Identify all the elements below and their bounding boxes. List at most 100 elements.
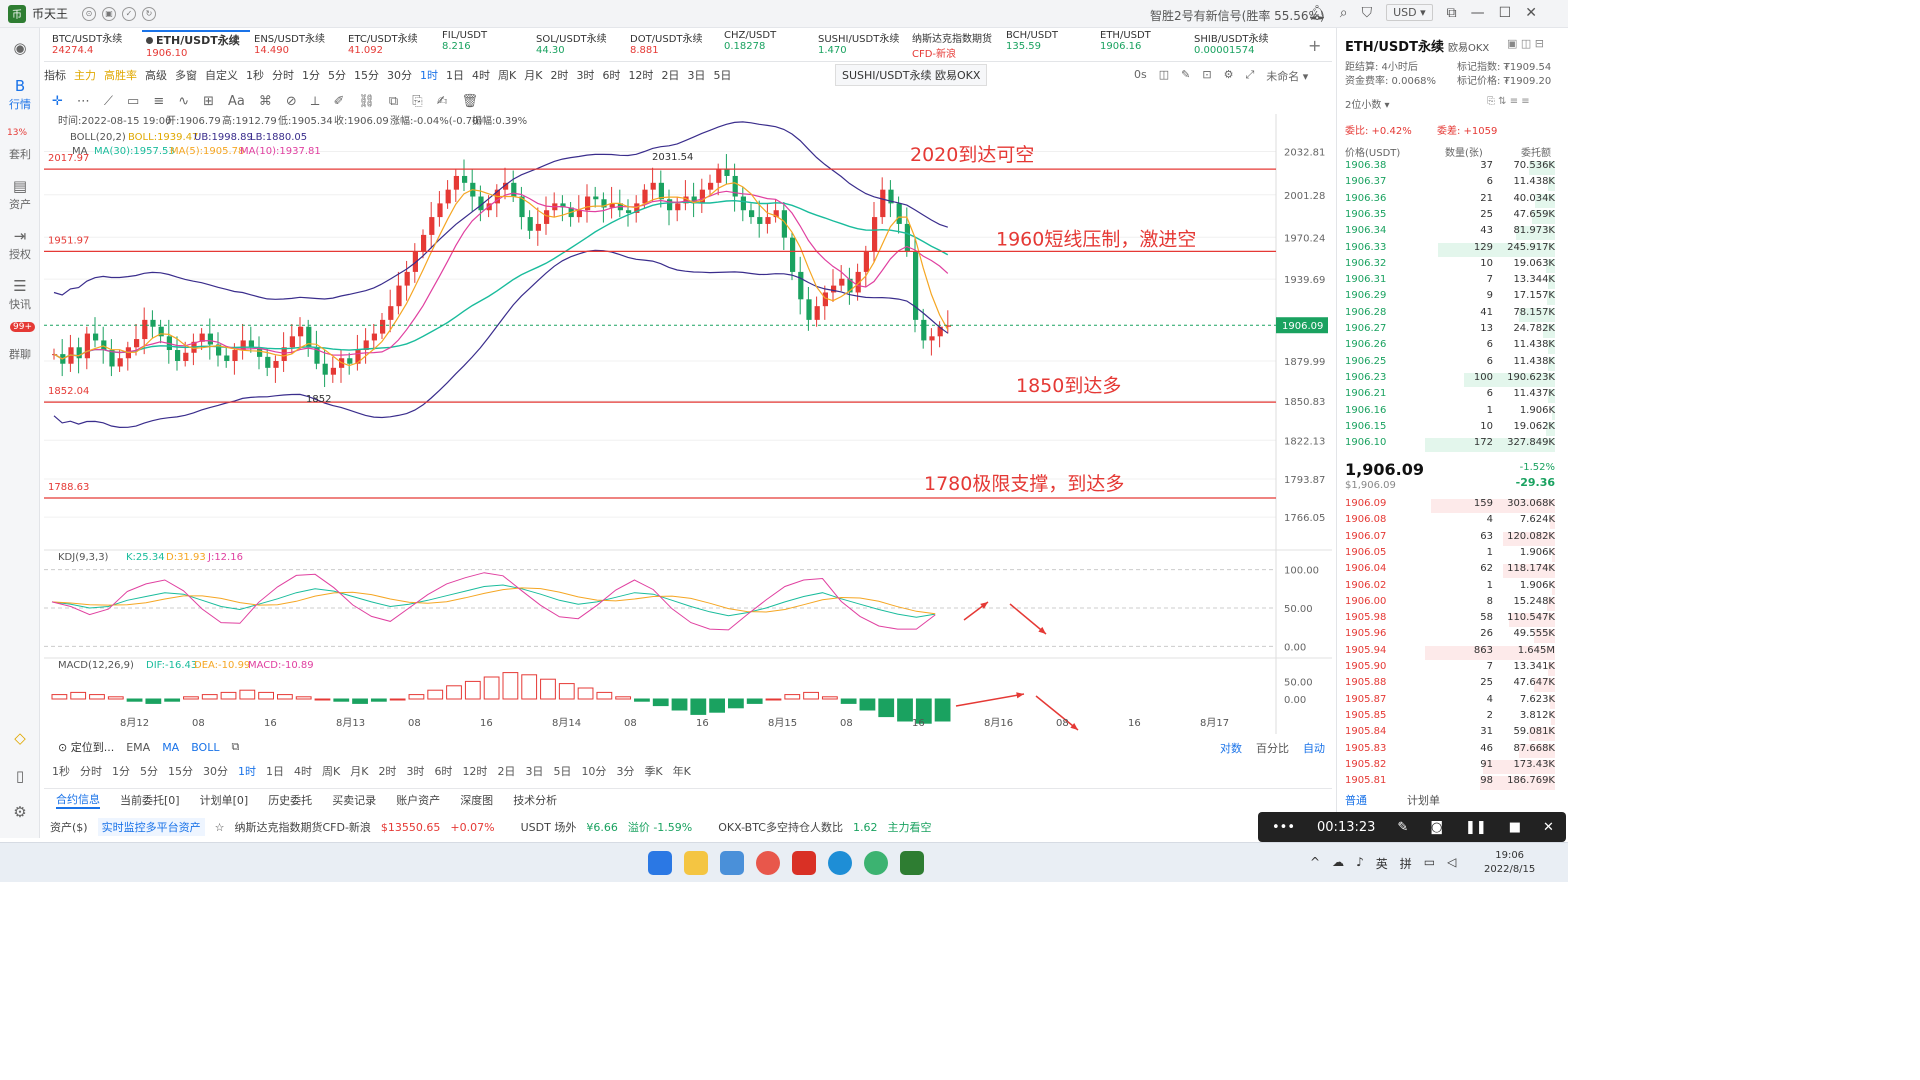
more-icon[interactable]: ••• bbox=[1272, 820, 1295, 835]
paste-icon[interactable]: ⎘ bbox=[412, 94, 422, 109]
indicator-boll[interactable]: BOLL bbox=[191, 741, 219, 754]
ask-row[interactable]: 1905.88 25 47.647K bbox=[1337, 677, 1561, 693]
tray-up-icon[interactable]: ^ bbox=[1310, 855, 1320, 872]
toolbar-item-13[interactable]: 1日 bbox=[446, 67, 464, 83]
gear-icon[interactable]: ⚙ bbox=[1224, 68, 1234, 84]
pen-icon[interactable]: ✎ bbox=[1181, 68, 1190, 84]
layout-name[interactable]: 未命名 ▾ bbox=[1266, 68, 1308, 84]
signal-notice[interactable]: 智胜2号有新信号(胜率 55.56%) bbox=[1150, 7, 1325, 24]
ask-row[interactable]: 1905.98 58 110.547K bbox=[1337, 612, 1561, 628]
refresh-icon[interactable]: ↻ bbox=[142, 6, 157, 21]
ask-row[interactable]: 1906.02 1 1.906K bbox=[1337, 580, 1561, 596]
hline-tool-icon[interactable]: ≡ bbox=[153, 94, 164, 109]
tab-12[interactable]: SHIB/USDT永续 0.00001574 bbox=[1190, 30, 1282, 60]
bid-row[interactable]: 1906.32 10 19.063K bbox=[1337, 258, 1561, 274]
toolbar-item-16[interactable]: 月K bbox=[524, 67, 542, 83]
nav-auth[interactable]: ⇥ 授权 bbox=[0, 228, 40, 262]
bid-row[interactable]: 1906.28 41 78.157K bbox=[1337, 307, 1561, 323]
gift-icon[interactable]: ⛉ bbox=[1362, 5, 1373, 21]
bid-row[interactable]: 1906.29 9 17.157K bbox=[1337, 290, 1561, 306]
toolbar-item-19[interactable]: 6时 bbox=[602, 67, 620, 83]
toolbar-item-12[interactable]: 1时 bbox=[420, 67, 438, 83]
interval-1[interactable]: 分时 bbox=[80, 763, 102, 779]
interval-16[interactable]: 3日 bbox=[525, 763, 543, 779]
toolbar-item-21[interactable]: 2日 bbox=[661, 67, 679, 83]
interval-0[interactable]: 1秒 bbox=[52, 763, 70, 779]
info-tab-2[interactable]: 计划单[0] bbox=[200, 792, 249, 808]
toolbar-item-22[interactable]: 3日 bbox=[687, 67, 705, 83]
bid-row[interactable]: 1906.34 43 81.973K bbox=[1337, 225, 1561, 241]
interval-4[interactable]: 15分 bbox=[168, 763, 193, 779]
ask-row[interactable]: 1905.82 91 173.43K bbox=[1337, 759, 1561, 775]
interval-21[interactable]: 年K bbox=[673, 763, 691, 779]
volume-icon[interactable]: ◁ bbox=[1447, 855, 1456, 872]
ask-row[interactable]: 1905.81 98 186.769K bbox=[1337, 775, 1561, 791]
interval-14[interactable]: 12时 bbox=[462, 763, 487, 779]
toolbar-item-17[interactable]: 2时 bbox=[550, 67, 568, 83]
interval-7[interactable]: 1日 bbox=[266, 763, 284, 779]
trash-icon[interactable]: 🗑︎ bbox=[462, 94, 479, 109]
ask-row[interactable]: 1905.94 863 1.645M bbox=[1337, 645, 1561, 661]
interval-2[interactable]: 1分 bbox=[112, 763, 130, 779]
log-scale-button[interactable]: 对数 bbox=[1220, 740, 1242, 756]
clock[interactable]: 19:06 2022/8/15 bbox=[1484, 849, 1535, 877]
tab-8[interactable]: SUSHI/USDT永续 1.470 bbox=[814, 30, 906, 60]
interval-20[interactable]: 季K bbox=[644, 763, 662, 779]
start-icon[interactable] bbox=[648, 851, 672, 875]
star-icon[interactable]: ☆ bbox=[215, 821, 225, 834]
ask-row[interactable]: 1906.08 4 7.624K bbox=[1337, 514, 1561, 530]
maximize-icon[interactable]: ☐ bbox=[1499, 5, 1512, 21]
ask-row[interactable]: 1905.84 31 59.081K bbox=[1337, 726, 1561, 742]
diamond-icon[interactable]: ◇ bbox=[0, 730, 40, 748]
recorder-close-icon[interactable]: ✕ bbox=[1543, 820, 1554, 835]
bid-row[interactable]: 1906.31 7 13.344K bbox=[1337, 274, 1561, 290]
toolbar-item-7[interactable]: 分时 bbox=[272, 67, 294, 83]
toolbar-item-9[interactable]: 5分 bbox=[328, 67, 346, 83]
edge-icon[interactable] bbox=[828, 851, 852, 875]
layout-icon[interactable]: ⊡ bbox=[1202, 68, 1211, 84]
price-chart[interactable]: 2032.81 2001.28 1970.24 1939.69 1879.99 1850.… bbox=[44, 114, 1332, 734]
ask-row[interactable]: 1906.00 8 15.248K bbox=[1337, 596, 1561, 612]
interval-12[interactable]: 3时 bbox=[406, 763, 424, 779]
toolbar-item-2[interactable]: 高胜率 bbox=[104, 67, 137, 83]
camera-icon[interactable]: ◫ bbox=[1159, 68, 1169, 84]
toolbar-item-11[interactable]: 30分 bbox=[387, 67, 412, 83]
interval-18[interactable]: 10分 bbox=[581, 763, 606, 779]
brush-icon[interactable]: ✐ bbox=[333, 94, 344, 109]
toolbar-item-8[interactable]: 1分 bbox=[302, 67, 320, 83]
info-tab-5[interactable]: 账户资产 bbox=[396, 792, 440, 808]
monitor-button[interactable]: 实时监控多平台资产 bbox=[97, 818, 205, 836]
stop-icon[interactable]: ■ bbox=[1509, 820, 1521, 835]
copy-icon[interactable]: ⧉ bbox=[389, 94, 398, 109]
locate-button[interactable]: ⊙ 定位到... bbox=[58, 739, 114, 755]
toolbar-item-1[interactable]: 主力 bbox=[74, 67, 96, 83]
wps-icon[interactable] bbox=[792, 851, 816, 875]
ime-lang[interactable]: 英 bbox=[1376, 855, 1388, 872]
nav-arbitrage[interactable]: 套利 bbox=[0, 146, 40, 162]
interval-13[interactable]: 6时 bbox=[434, 763, 452, 779]
tray-cloud-icon[interactable]: ☁ bbox=[1332, 855, 1344, 872]
bitking-icon[interactable] bbox=[900, 851, 924, 875]
lock-icon[interactable]: ⊘ bbox=[286, 94, 297, 109]
tab-1[interactable]: ETH/USDT永续 1906.10 bbox=[142, 30, 250, 60]
explorer-icon[interactable] bbox=[684, 851, 708, 875]
edit-indicator-icon[interactable]: ⧉ bbox=[231, 740, 239, 754]
orderbook-view-icons[interactable]: ⎘ ⇅ ≡ ≡ bbox=[1487, 96, 1530, 107]
add-tab-icon[interactable]: + bbox=[1308, 36, 1321, 55]
home-icon[interactable]: ◉ bbox=[0, 40, 40, 58]
bid-row[interactable]: 1906.37 6 11.438K bbox=[1337, 176, 1561, 192]
toolbar-item-20[interactable]: 12时 bbox=[628, 67, 653, 83]
screenshot-icon[interactable]: ◙ bbox=[1430, 820, 1443, 835]
interval-11[interactable]: 2时 bbox=[378, 763, 396, 779]
ask-row[interactable]: 1905.96 26 49.555K bbox=[1337, 628, 1561, 644]
bid-row[interactable]: 1906.15 10 19.062K bbox=[1337, 421, 1561, 437]
ask-row[interactable]: 1905.87 4 7.623K bbox=[1337, 694, 1561, 710]
restore-icon[interactable]: ⧉ bbox=[1447, 5, 1457, 21]
rect-tool-icon[interactable]: ▭ bbox=[127, 94, 139, 109]
bid-row[interactable]: 1906.21 6 11.437K bbox=[1337, 388, 1561, 404]
wechat-icon[interactable] bbox=[864, 851, 888, 875]
indicator-ema[interactable]: EMA bbox=[126, 741, 150, 754]
ask-row[interactable]: 1905.85 2 3.812K bbox=[1337, 710, 1561, 726]
info-tab-4[interactable]: 买卖记录 bbox=[332, 792, 376, 808]
tab-0[interactable]: BTC/USDT永续 24274.4 bbox=[48, 30, 140, 60]
